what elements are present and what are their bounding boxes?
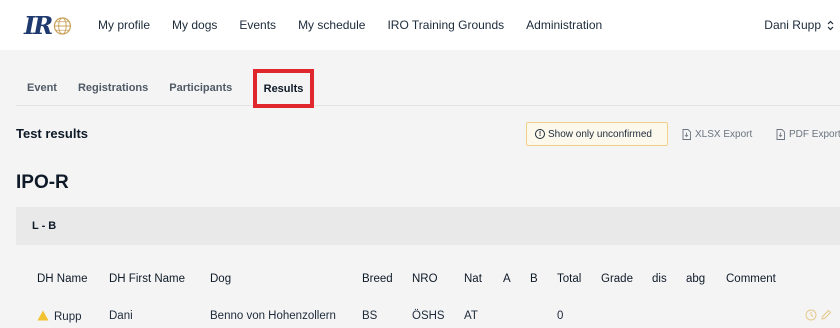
col-total[interactable]: Total [557, 273, 581, 285]
document-icon [776, 128, 785, 140]
globe-icon [53, 17, 72, 35]
xlsx-export-label: XLSX Export [695, 128, 753, 140]
event-name: IPO-R [16, 172, 69, 193]
row-actions [805, 309, 832, 321]
cell-dog: Benno von Hohenzollern [210, 310, 336, 322]
cell-dh-name-text: Rupp [54, 311, 82, 323]
nav-my-schedule[interactable]: My schedule [298, 18, 365, 32]
group-label: L - B [32, 220, 57, 232]
info-icon: ! [535, 129, 545, 139]
clock-icon[interactable] [805, 309, 817, 321]
xlsx-export-button[interactable]: XLSX Export [682, 122, 752, 146]
event-tabs: Event Registrations Participants Results [16, 69, 840, 108]
pdf-export-label: PDF Export [789, 128, 840, 140]
results-toolbar: Test results ! Show only unconfirmed XLS… [16, 120, 840, 146]
user-menu[interactable]: Dani Rupp [764, 0, 834, 50]
section-title: Test results [16, 125, 89, 141]
col-nro[interactable]: NRO [412, 273, 438, 285]
nav-events[interactable]: Events [239, 18, 276, 32]
tab-participants[interactable]: Participants [169, 82, 232, 94]
show-unconfirmed-button[interactable]: ! Show only unconfirmed [526, 122, 668, 146]
top-navigation-bar: IR My profile My dogs Events My schedule… [0, 0, 840, 50]
col-b[interactable]: B [530, 273, 538, 285]
col-a[interactable]: A [503, 273, 511, 285]
tab-event[interactable]: Event [27, 82, 57, 94]
nav-my-dogs[interactable]: My dogs [172, 18, 217, 32]
col-nat[interactable]: Nat [464, 273, 482, 285]
edit-icon[interactable] [820, 309, 832, 321]
iro-logo[interactable]: IR [24, 12, 72, 40]
main-nav: My profile My dogs Events My schedule IR… [98, 0, 624, 50]
cell-breed: BS [362, 310, 378, 322]
col-dog[interactable]: Dog [210, 273, 231, 285]
group-header: L - B [16, 207, 840, 245]
col-dis[interactable]: dis [652, 273, 667, 285]
col-dh-first-name[interactable]: DH First Name [109, 273, 185, 285]
logo-text: IR [24, 11, 53, 40]
nav-my-profile[interactable]: My profile [98, 18, 150, 32]
warning-icon [37, 310, 49, 321]
cell-dh-name: Rupp [37, 310, 82, 323]
cell-dh-first-name: Dani [109, 310, 133, 322]
cell-nro: ÖSHS [412, 310, 445, 322]
col-comment[interactable]: Comment [726, 273, 776, 285]
document-icon [682, 128, 691, 140]
tab-registrations[interactable]: Registrations [78, 82, 148, 94]
cell-total: 0 [557, 310, 564, 322]
cell-nat: AT [464, 310, 478, 322]
tab-results[interactable]: Results [253, 69, 314, 108]
pdf-export-button[interactable]: PDF Export [776, 122, 840, 146]
col-abg[interactable]: abg [686, 273, 705, 285]
nav-training-grounds[interactable]: IRO Training Grounds [387, 18, 504, 32]
col-breed[interactable]: Breed [362, 273, 393, 285]
show-unconfirmed-label: Show only unconfirmed [548, 128, 652, 140]
nav-administration[interactable]: Administration [526, 18, 602, 32]
user-name: Dani Rupp [764, 18, 821, 32]
col-dh-name[interactable]: DH Name [37, 273, 87, 285]
sort-chevron-icon [827, 20, 834, 31]
col-grade[interactable]: Grade [601, 273, 633, 285]
